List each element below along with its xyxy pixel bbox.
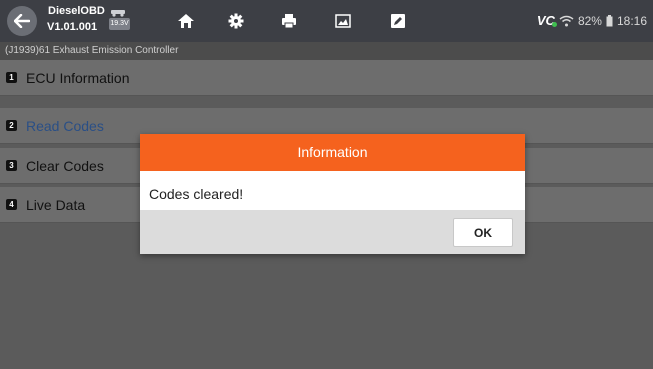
battery-percent: 82%: [577, 13, 602, 28]
settings-icon: [228, 13, 244, 29]
menu-item-ecu-information[interactable]: 1 ECU Information: [0, 60, 653, 96]
settings-button[interactable]: [226, 11, 246, 31]
vehicle-icon: [111, 10, 125, 17]
vci-connected-icon: [551, 22, 557, 27]
menu-item-label: Read Codes: [26, 118, 104, 134]
menu-item-label: ECU Information: [26, 70, 130, 86]
ok-button[interactable]: OK: [453, 218, 513, 247]
vci-indicator: VC: [537, 13, 557, 28]
app-version: V1.01.001: [47, 21, 98, 33]
dialog-title: Information: [140, 134, 525, 171]
top-toolbar: DieselOBD V1.01.001 19.3V VC 82% 18:16: [0, 0, 653, 42]
breadcrumb: (J1939)61 Exhaust Emission Controller: [0, 42, 653, 60]
menu-number-badge: 4: [6, 199, 17, 210]
image-icon: [335, 14, 351, 28]
menu-number-badge: 3: [6, 160, 17, 171]
edit-icon: [391, 14, 405, 28]
status-bar: VC 82% 18:16: [537, 13, 647, 28]
menu-item-label: Clear Codes: [26, 158, 104, 174]
app-name: DieselOBD: [48, 5, 105, 17]
dialog-message: Codes cleared!: [149, 186, 244, 202]
battery-icon: [606, 14, 613, 26]
dialog-footer: OK: [140, 210, 525, 254]
information-dialog: Information Codes cleared! OK: [140, 134, 525, 254]
print-icon: [282, 14, 296, 29]
back-icon: [14, 14, 30, 28]
image-button[interactable]: [333, 11, 353, 31]
home-button[interactable]: [176, 11, 196, 31]
edit-button[interactable]: [388, 11, 408, 31]
back-button[interactable]: [7, 6, 37, 36]
print-button[interactable]: [279, 11, 299, 31]
menu-number-badge: 2: [6, 120, 17, 131]
menu-number-badge: 1: [6, 72, 17, 83]
clock: 18:16: [616, 13, 647, 28]
voltage-badge: 19.3V: [109, 18, 130, 30]
wifi-icon: [559, 15, 574, 26]
menu-item-label: Live Data: [26, 197, 86, 213]
home-icon: [178, 14, 194, 28]
